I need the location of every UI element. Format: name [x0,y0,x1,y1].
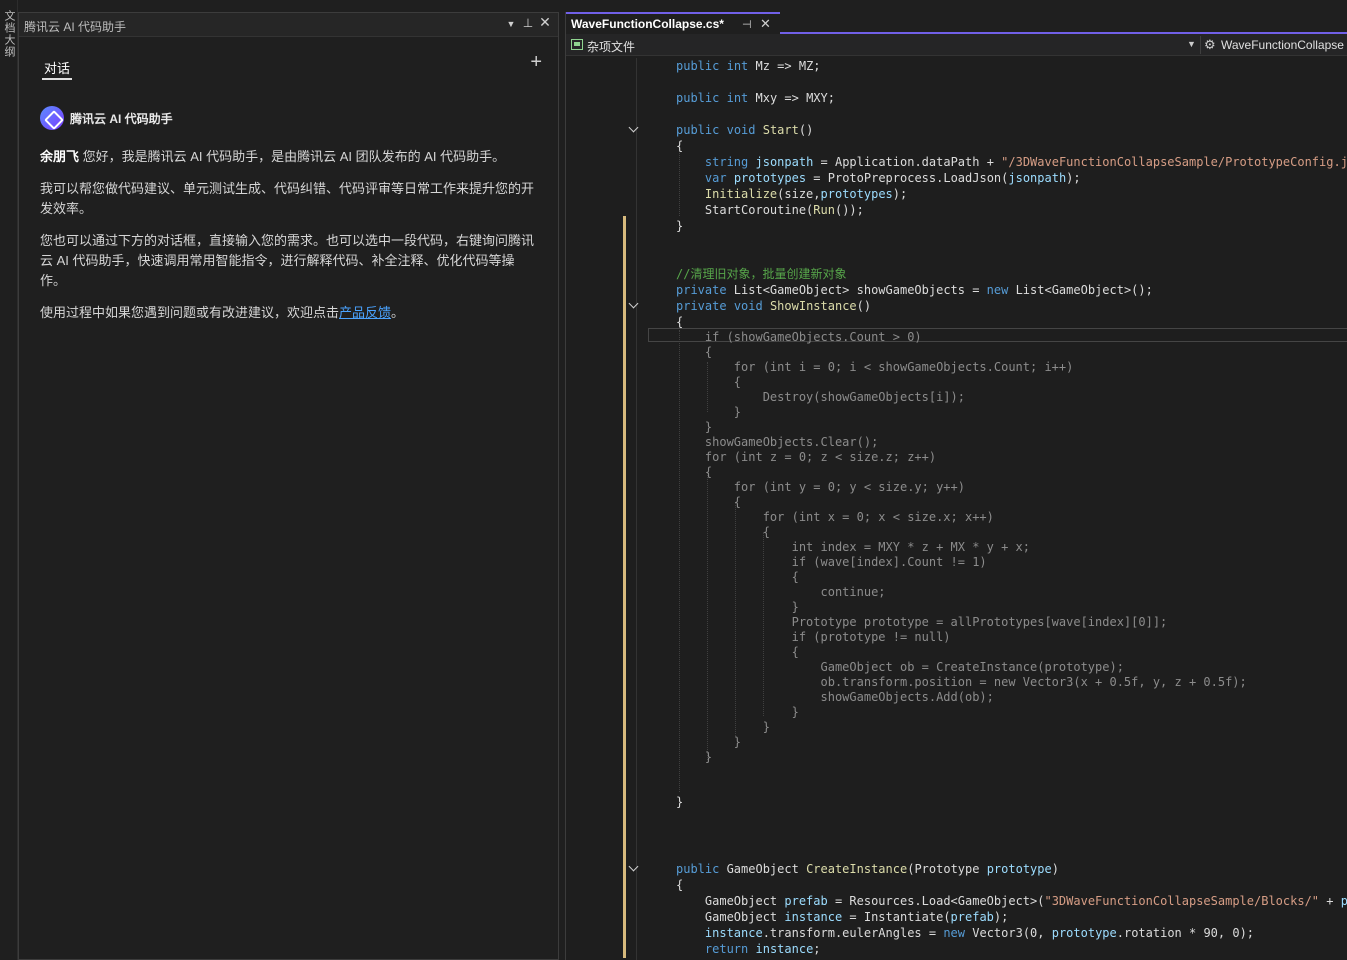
code-line: ob.transform.position = new Vector3(x + … [676,675,1247,689]
code-line: public int Mz => MZ; [676,59,821,73]
gutter-divider [636,58,637,960]
code-editor: WaveFunctionCollapse.cs* ⊣ ✕ 杂项文件 ▼ ⚙ Wa… [565,12,1347,960]
code-line: public GameObject CreateInstance(Prototy… [676,862,1059,876]
code-line: for (int z = 0; z < size.z; z++) [676,450,937,464]
code-line: { [676,878,684,892]
panel-title: 腾讯云 AI 代码助手 [24,20,127,34]
panel-tabs: 对话 + [19,37,558,93]
ai-assistant-panel: 腾讯云 AI 代码助手 ▼ ⊥ ✕ 对话 + 腾讯云 AI 代码助手 余朋飞 您… [18,12,559,960]
code-line: Initialize(size,prototypes); [704,187,908,201]
code-line: Prototype prototype = allPrototypes[wave… [676,615,1168,629]
document-outline-tab[interactable]: 文档大纲 [1,10,17,58]
code-line: instance.transform.eulerAngles = new Vec… [704,926,1255,940]
chevron-down-icon[interactable]: ▼ [504,19,518,29]
code-line: { [676,495,742,509]
code-line: GameObject ob = CreateInstance(prototype… [676,660,1124,674]
bot-logo-icon [40,106,64,130]
code-line: } [676,705,799,719]
code-line: } [676,720,770,734]
pin-icon[interactable]: ⊣ [742,18,752,31]
code-line: { [676,139,684,153]
greeting-text: 您好，我是腾讯云 AI 代码助手，是由腾讯云 AI 团队发布的 AI 代码助手。 [79,149,506,164]
new-chat-button[interactable]: + [530,51,542,74]
tab-chat[interactable]: 对话 [44,58,70,77]
code-line: for (int y = 0; y < size.y; y++) [676,480,965,494]
project-icon [571,39,583,50]
feedback-link[interactable]: 产品反馈 [339,305,391,320]
change-indicator-bar [623,216,626,958]
navigation-bar: 杂项文件 ▼ ⚙ WaveFunctionCollapse [566,34,1347,56]
chevron-down-icon[interactable]: ▼ [1187,39,1196,49]
code-line: } [676,795,684,809]
code-line: var prototypes = ProtoPreprocess.LoadJso… [704,171,1081,185]
feedback-message: 使用过程中如果您遇到问题或有改进建议，欢迎点击产品反馈。 [40,303,540,323]
code-line: } [676,735,742,749]
bot-header: 腾讯云 AI 代码助手 [40,106,173,130]
code-line: } [676,750,713,764]
code-line: } [676,600,799,614]
code-line: string jsonpath = Application.dataPath +… [704,155,1347,169]
code-line: { [676,570,799,584]
code-line: public void Start() [676,123,814,137]
code-line: for (int x = 0; x < size.x; x++) [676,510,994,524]
code-line: if (prototype != null) [676,630,951,644]
code-line: } [676,420,713,434]
class-icon: ⚙ [1204,37,1216,52]
project-dropdown[interactable]: 杂项文件 [587,38,635,55]
code-line: private void ShowInstance() [676,299,872,313]
code-line: for (int i = 0; i < showGameObjects.Coun… [676,360,1074,374]
code-line: { [676,345,713,359]
code-line: StartCoroutine(Run()); [676,203,864,217]
feedback-prefix: 使用过程中如果您遇到问题或有改进建议，欢迎点击 [40,305,340,320]
close-icon[interactable]: ✕ [760,16,771,32]
code-line: if (showGameObjects.Count > 0) [676,330,922,344]
code-line: Destroy(showGameObjects[i]); [676,390,965,404]
code-line: { [676,645,799,659]
feedback-suffix: 。 [391,305,405,320]
type-dropdown[interactable]: WaveFunctionCollapse [1221,38,1344,52]
file-tab-title: WaveFunctionCollapse.cs* [571,17,724,31]
side-tool-strip: 文档大纲 [0,0,18,960]
code-line: return instance; [704,942,821,956]
greeting-message: 余朋飞 您好，我是腾讯云 AI 代码助手，是由腾讯云 AI 团队发布的 AI 代… [40,147,540,167]
file-tab[interactable]: WaveFunctionCollapse.cs* ⊣ ✕ [566,12,780,34]
code-line: { [676,375,742,389]
usage-message: 您也可以通过下方的对话框，直接输入您的需求。也可以选中一段代码，右键询问腾讯云 … [40,233,535,288]
user-name: 余朋飞 [40,149,80,164]
code-line: GameObject instance = Instantiate(prefab… [676,910,1009,924]
divider [1200,36,1201,54]
close-icon[interactable]: ✕ [538,14,552,31]
code-line: showGameObjects.Add(ob); [676,690,994,704]
code-line: int index = MXY * z + MX * y + x; [676,540,1031,554]
editor-tab-bar: WaveFunctionCollapse.cs* ⊣ ✕ [566,12,1347,34]
code-line: { [676,525,770,539]
code-line: private List<GameObject> showGameObjects… [676,283,1153,297]
code-comment: //清理旧对象，批量创建新对象 [676,267,847,281]
code-line: { [676,465,713,479]
pin-icon[interactable]: ⊥ [521,16,535,30]
bot-name: 腾讯云 AI 代码助手 [70,111,173,126]
code-line: } [676,219,684,233]
code-line: showGameObjects.Clear(); [676,435,879,449]
code-line: GameObject prefab = Resources.Load<GameO… [676,894,1347,908]
code-area[interactable]: public int Mz => MZ; public int Mxy => M… [566,58,1347,960]
tab-active-indicator [42,78,72,80]
code-line: { [676,315,684,329]
capabilities-message: 我可以帮您做代码建议、单元测试生成、代码纠错、代码评审等日常工作来提升您的开发效… [40,181,535,216]
code-line: public int Mxy => MXY; [676,91,835,105]
code-line: continue; [676,585,886,599]
code-line: } [676,405,742,419]
code-line: if (wave[index].Count != 1) [676,555,987,569]
panel-header: 腾讯云 AI 代码助手 ▼ ⊥ ✕ [19,13,558,37]
